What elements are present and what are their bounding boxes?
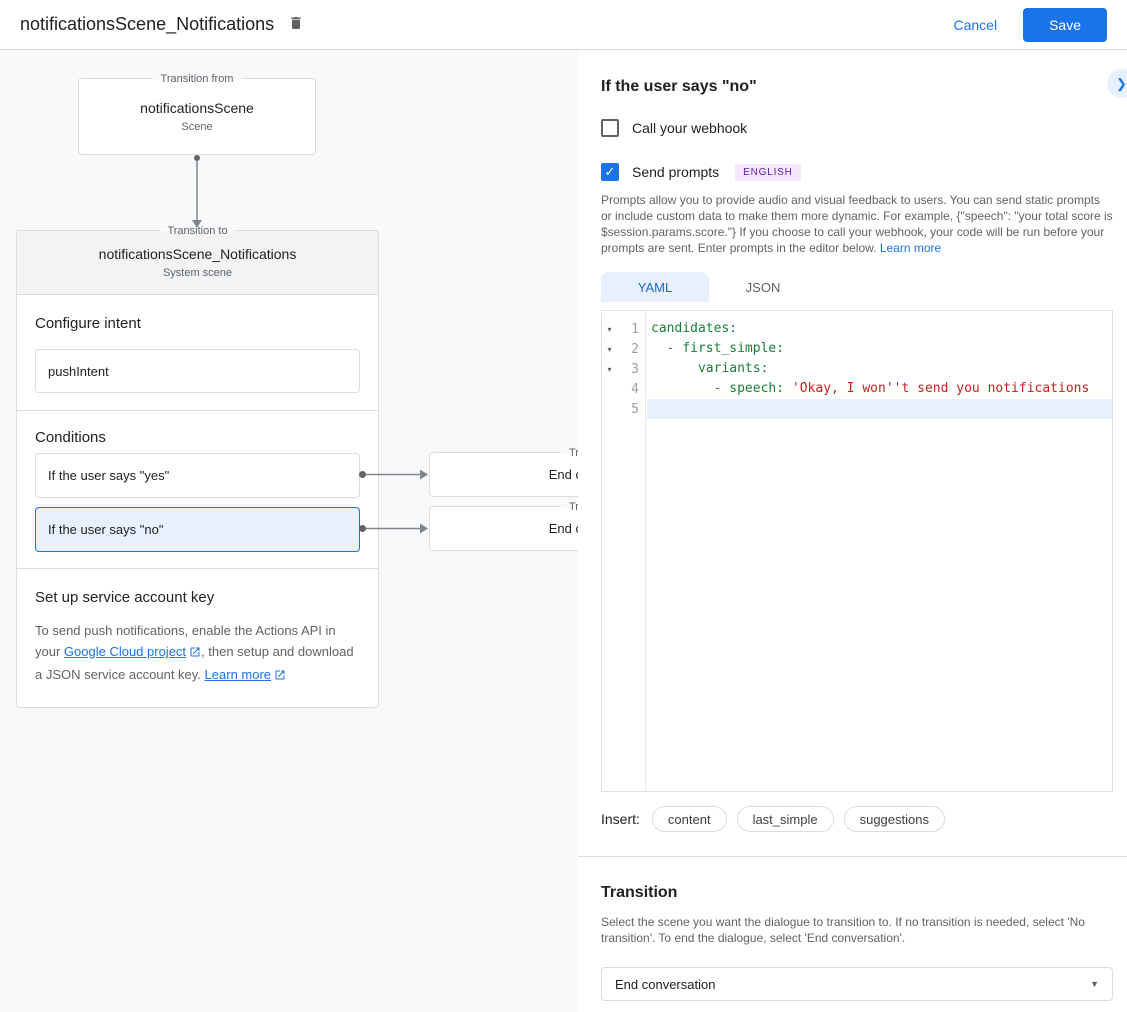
node-title: End conversation	[549, 521, 578, 536]
connector-dot	[194, 155, 200, 161]
node-subtitle: System scene	[163, 267, 232, 279]
line-number: 1	[617, 322, 645, 337]
section-divider	[578, 856, 1127, 857]
arrowhead-icon	[420, 524, 428, 534]
chevron-right-icon: ❯	[1116, 76, 1127, 92]
node-badge: Transition to	[561, 446, 578, 460]
insert-toolbar: Insert: content last_simple suggestions	[601, 806, 955, 832]
code-line: - first_simple:	[647, 339, 1112, 359]
insert-last-simple-chip[interactable]: last_simple	[737, 806, 834, 832]
open-in-new-icon	[189, 643, 201, 664]
scene-node-header: notificationsScene_Notifications System …	[17, 231, 378, 295]
line-number: 3	[617, 362, 645, 377]
check-icon: ✓	[605, 164, 616, 180]
condition-detail-panel: If the user says "no" ❯ Call your webhoo…	[578, 50, 1127, 1012]
line-number: 2	[617, 342, 645, 357]
call-webhook-checkbox[interactable]	[601, 119, 619, 137]
service-account-text: To send push notifications, enable the A…	[35, 620, 360, 687]
condition-item-no[interactable]: If the user says "no"	[35, 507, 360, 552]
node-badge: Transition from	[153, 72, 242, 86]
scene-diagram-panel: Transition from notificationsScene Scene…	[0, 50, 578, 1012]
insert-suggestions-chip[interactable]: suggestions	[844, 806, 945, 832]
trash-icon	[288, 14, 304, 35]
dropdown-caret-icon: ▼	[1090, 979, 1099, 989]
fold-icon[interactable]: ▾	[602, 365, 617, 374]
line-number: 4	[617, 382, 645, 397]
gutter-row: 5	[602, 399, 645, 419]
fold-icon[interactable]: ▾	[602, 325, 617, 334]
gutter-row: ▾ 1	[602, 319, 645, 339]
prompt-code-editor[interactable]: ▾ 1 ▾ 2 ▾ 3 4 5 candidates: - first_sim	[601, 310, 1113, 792]
code-line: candidates:	[647, 319, 1112, 339]
gutter-row: 4	[602, 379, 645, 399]
transition-heading: Transition	[601, 884, 677, 902]
header-actions: Cancel Save	[953, 8, 1107, 42]
app-header: notificationsScene_Notifications Cancel …	[0, 0, 1127, 50]
learn-more-link[interactable]: Learn more	[880, 241, 941, 255]
transition-from-node[interactable]: Transition from notificationsScene Scene	[78, 78, 316, 155]
node-subtitle: Scene	[181, 121, 212, 133]
node-badge: Transition to	[561, 500, 578, 514]
tab-yaml[interactable]: YAML	[601, 272, 709, 302]
end-conversation-node[interactable]: Transition to End conversation	[429, 506, 578, 551]
end-conversation-node[interactable]: Transition to End conversation	[429, 452, 578, 497]
prompts-description-text: Prompts allow you to provide audio and v…	[601, 193, 1113, 255]
conditions-section: Conditions If the user says "yes" If the…	[17, 411, 378, 569]
code-line: - speech: 'Okay, I won''t send you notif…	[647, 379, 1112, 399]
intent-item[interactable]: pushIntent	[35, 349, 360, 393]
cancel-button[interactable]: Cancel	[953, 17, 997, 33]
condition-item-yes[interactable]: If the user says "yes"	[35, 453, 360, 498]
learn-more-link[interactable]: Learn more	[205, 667, 271, 682]
page-title: notificationsScene_Notifications	[20, 14, 274, 35]
conditions-heading: Conditions	[35, 429, 360, 447]
configure-intent-heading: Configure intent	[35, 315, 360, 333]
node-title: notificationsScene_Notifications	[99, 246, 297, 262]
save-button[interactable]: Save	[1023, 8, 1107, 42]
transition-description: Select the scene you want the dialogue t…	[601, 914, 1113, 946]
open-in-new-icon	[274, 666, 286, 687]
send-prompts-checkbox[interactable]: ✓	[601, 163, 619, 181]
google-cloud-project-link[interactable]: Google Cloud project	[64, 644, 186, 659]
code-line-current	[647, 399, 1112, 419]
editor-code-area[interactable]: candidates: - first_simple: variants: - …	[647, 311, 1112, 791]
prompts-description: Prompts allow you to provide audio and v…	[601, 192, 1113, 256]
send-prompts-label: Send prompts	[632, 164, 719, 180]
line-number: 5	[617, 402, 645, 417]
arrowhead-icon	[420, 470, 428, 480]
condition-title: If the user says "no"	[601, 78, 757, 96]
configure-intent-section: Configure intent pushIntent	[17, 295, 378, 411]
gutter-row: ▾ 2	[602, 339, 645, 359]
webhook-checkbox-row: Call your webhook	[601, 119, 747, 137]
prompts-checkbox-row: ✓ Send prompts ENGLISH	[601, 163, 801, 181]
transition-selected-value: End conversation	[615, 977, 715, 992]
transition-select[interactable]: End conversation ▼	[601, 967, 1113, 1001]
insert-label: Insert:	[601, 811, 640, 827]
fold-icon[interactable]: ▾	[602, 345, 617, 354]
editor-gutter: ▾ 1 ▾ 2 ▾ 3 4 5	[602, 311, 646, 791]
gutter-row: ▾ 3	[602, 359, 645, 379]
service-account-section: Set up service account key To send push …	[17, 569, 378, 707]
service-account-heading: Set up service account key	[35, 589, 360, 607]
node-title: notificationsScene	[140, 100, 254, 116]
tab-json[interactable]: JSON	[709, 272, 817, 302]
node-title: End conversation	[549, 467, 578, 482]
node-badge: Transition to	[159, 224, 235, 238]
collapse-panel-button[interactable]: ❯	[1107, 69, 1127, 98]
code-line: variants:	[647, 359, 1112, 379]
call-webhook-label: Call your webhook	[632, 120, 747, 136]
scene-node[interactable]: Transition to notificationsScene_Notific…	[16, 230, 379, 708]
editor-format-tabs: YAML JSON	[601, 272, 817, 302]
insert-content-chip[interactable]: content	[652, 806, 727, 832]
language-badge: ENGLISH	[735, 164, 801, 181]
delete-scene-button[interactable]	[288, 14, 304, 35]
